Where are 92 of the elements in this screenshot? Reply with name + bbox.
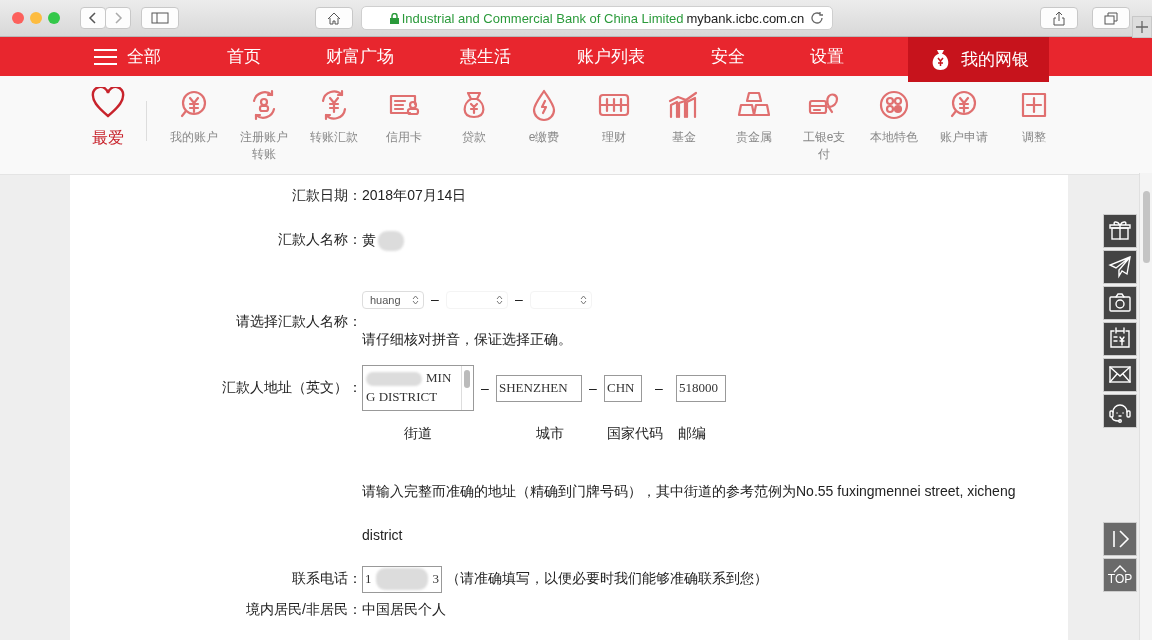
address-bar[interactable]: Industrial and Commercial Bank of China Limited mybank.icbc.com.cn: [361, 6, 833, 30]
nav-tab[interactable]: 账户列表: [574, 37, 647, 76]
street-textarea[interactable]: MIN G DISTRICT: [362, 365, 474, 411]
home-button[interactable]: [315, 7, 353, 29]
nav-tab[interactable]: 惠生活: [458, 37, 514, 76]
sidebar-button[interactable]: [141, 7, 179, 29]
sidebar-icon: [151, 12, 169, 24]
back-button[interactable]: [80, 7, 106, 29]
dash-separator: –: [514, 290, 524, 307]
reload-icon[interactable]: [811, 11, 824, 25]
calendar-yen-icon: [1108, 327, 1132, 351]
field-label: 汇款人地址（英文）：: [221, 379, 362, 397]
tabs-button[interactable]: [1092, 7, 1130, 29]
back-to-top-button[interactable]: TOP: [1103, 558, 1137, 592]
scrollbar[interactable]: [1139, 173, 1152, 640]
plus-icon: [1136, 21, 1148, 33]
favorites-label[interactable]: 最爱: [92, 128, 124, 149]
shortcut-label[interactable]: 贵金属: [728, 129, 780, 146]
dash-separator: –: [480, 380, 490, 396]
url-text: mybank.icbc.com.cn: [686, 10, 805, 26]
dash-separator: –: [430, 290, 440, 307]
shortcut-label[interactable]: 理财: [588, 129, 640, 146]
phone-field[interactable]: 1 3: [362, 565, 442, 593]
dash-separator: –: [588, 380, 598, 396]
tabs-icon: [1104, 11, 1118, 25]
my-bank-tab[interactable]: 我的网银: [907, 37, 1049, 82]
share-icon: [1053, 10, 1065, 26]
menu-icon: [94, 47, 117, 66]
shortcut-label[interactable]: 我的账户: [168, 129, 220, 146]
input-field[interactable]: 518000: [676, 374, 726, 402]
paper-plane-icon: [1108, 255, 1132, 279]
pinyin-select[interactable]: huang: [362, 291, 424, 310]
nav-tab[interactable]: 安全: [708, 37, 747, 76]
input-field[interactable]: SHENZHEN: [496, 374, 582, 402]
field-label: 汇款日期：: [291, 187, 362, 205]
updown-arrows-icon: [412, 295, 419, 306]
field-label: 汇款人名称：: [277, 231, 362, 249]
note-text: （请准确填写，以便必要时我们能够准确联系到您）: [446, 569, 768, 586]
chevron-right-icon: [113, 12, 123, 24]
calendar-yen-button[interactable]: [1103, 322, 1137, 356]
menu-button[interactable]: 全部: [92, 37, 163, 76]
field-value: 黄: [362, 231, 376, 248]
shortcut-label[interactable]: 工银e支付: [798, 129, 850, 163]
share-button[interactable]: [1040, 7, 1078, 29]
gift-button[interactable]: [1103, 214, 1137, 248]
gift-icon: [1108, 219, 1132, 243]
redaction-blur: [366, 372, 422, 386]
input-field[interactable]: CHN: [604, 374, 642, 402]
nav-tab[interactable]: 设置: [808, 37, 847, 76]
maximize-button[interactable]: [48, 12, 60, 24]
field-label: 联系电话：: [291, 570, 362, 588]
camera-button[interactable]: [1103, 286, 1137, 320]
field-caption: 街道: [403, 425, 433, 443]
shortcut-label[interactable]: e缴费: [518, 129, 570, 146]
headset-button[interactable]: [1103, 394, 1137, 428]
shortcut-label[interactable]: 注册账户转账: [238, 129, 290, 163]
nav-tab[interactable]: 首页: [224, 37, 263, 76]
chevron-left-icon: [88, 12, 98, 24]
paper-plane-button[interactable]: [1103, 250, 1137, 284]
shortcut-label[interactable]: 本地特色: [868, 129, 920, 146]
shortcut-label[interactable]: 转账汇款: [308, 129, 360, 146]
field-label: 境内居民/非居民：: [245, 601, 362, 619]
top-label: TOP: [1107, 573, 1133, 585]
dash-separator: –: [654, 380, 664, 396]
field-value: 2018年07月14日: [362, 187, 467, 203]
updown-arrows-icon: [496, 295, 503, 306]
mail-button[interactable]: [1103, 358, 1137, 392]
field-caption: 国家代码: [606, 425, 664, 443]
close-button[interactable]: [12, 12, 24, 24]
field-label: 请选择汇款人名称：: [235, 313, 362, 331]
hint-text: 请仔细核对拼音，保证选择正确。: [362, 331, 573, 350]
updown-arrows-icon: [580, 295, 587, 306]
shortcut-label[interactable]: 账户申请: [938, 129, 990, 146]
shortcut-label[interactable]: 贷款: [448, 129, 500, 146]
site-name: Industrial and Commercial Bank of China Limited: [401, 10, 684, 26]
camera-icon: [1108, 291, 1132, 315]
heart-icon[interactable]: [91, 87, 125, 119]
forward-button[interactable]: [105, 7, 131, 29]
hint-text: 请输入完整而准确的地址（精确到门牌号码），其中街道的参考范例为No.55 fuxingmennei street, xicheng district: [362, 482, 1017, 545]
home-icon: [327, 11, 341, 25]
collapse-button[interactable]: [1103, 522, 1137, 556]
shortcut-label[interactable]: 基金: [658, 129, 710, 146]
nav-tab[interactable]: 财富广场: [324, 37, 397, 76]
field-value: 中国居民个人: [362, 601, 446, 617]
textarea-scrollbar[interactable]: [461, 366, 473, 410]
new-tab-button[interactable]: [1132, 16, 1152, 38]
field-caption: 邮编: [677, 425, 707, 443]
chevron-up-icon: [1113, 565, 1127, 573]
shortcut-label[interactable]: 调整: [1008, 129, 1060, 146]
lock-icon: [389, 12, 399, 24]
shortcut-label[interactable]: 信用卡: [378, 129, 430, 146]
field-caption: 城市: [535, 425, 565, 443]
